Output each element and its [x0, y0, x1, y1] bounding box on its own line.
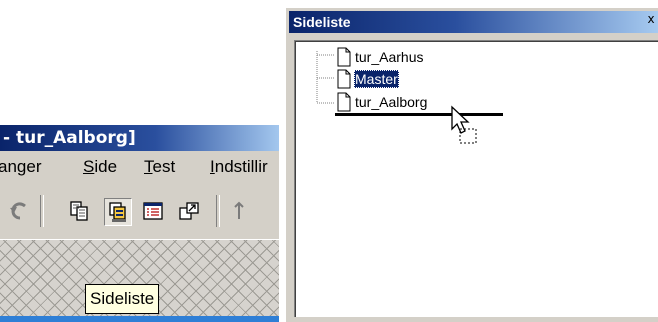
- page-tree[interactable]: tur_Aarhus Master tur_Aalborg: [294, 40, 658, 317]
- close-icon: x: [647, 12, 655, 26]
- sideliste-button[interactable]: [104, 198, 132, 226]
- menu-bar: anger Side Test Indstillir: [0, 151, 279, 183]
- toolbar-separator: [216, 195, 220, 227]
- tree-item-label: tur_Aarhus: [355, 49, 424, 65]
- menu-item-test[interactable]: Test: [144, 151, 175, 183]
- document-icon: [337, 47, 351, 67]
- move-icon: [234, 201, 244, 219]
- app-title: - tur_Aalborg]: [3, 128, 136, 148]
- close-button[interactable]: x: [644, 11, 658, 27]
- sideliste-panel: Sideliste x tur_Aarhus Master tur_Aalbor…: [286, 8, 658, 322]
- copy-pages-button[interactable]: [66, 198, 92, 224]
- menu-item-forhandlinger[interactable]: anger: [0, 151, 41, 183]
- tree-item[interactable]: tur_Aarhus: [295, 47, 495, 67]
- toolbar-separator: [40, 195, 44, 227]
- status-strip: [0, 316, 279, 322]
- popout-icon: [179, 202, 199, 220]
- move-button[interactable]: [230, 198, 248, 224]
- tree-item-label: Master: [354, 70, 399, 88]
- tree-item-label: tur_Aalborg: [355, 94, 428, 110]
- app-window: - tur_Aalborg] anger Side Test Indstilli…: [0, 125, 279, 322]
- page-list-icon: [109, 202, 126, 222]
- toolbar: [0, 183, 279, 240]
- document-icon: [337, 69, 351, 89]
- menu-item-side[interactable]: Side: [83, 151, 117, 183]
- panel-title: Sideliste: [293, 14, 351, 30]
- drag-move-cursor-icon: [451, 105, 477, 144]
- tooltip: Sideliste: [85, 284, 160, 314]
- document-icon: [337, 92, 351, 112]
- popout-button[interactable]: [176, 198, 202, 224]
- copy-pages-icon: [70, 201, 88, 221]
- undo-button[interactable]: [6, 198, 32, 224]
- menu-item-indstillinger[interactable]: Indstillir: [210, 151, 268, 183]
- list-view-icon: [143, 202, 163, 220]
- panel-title-bar[interactable]: Sideliste: [289, 11, 658, 33]
- list-view-button[interactable]: [140, 198, 166, 224]
- undo-icon: [10, 202, 26, 220]
- tree-item-selected[interactable]: Master: [295, 69, 495, 89]
- app-title-bar: - tur_Aalborg]: [0, 125, 279, 151]
